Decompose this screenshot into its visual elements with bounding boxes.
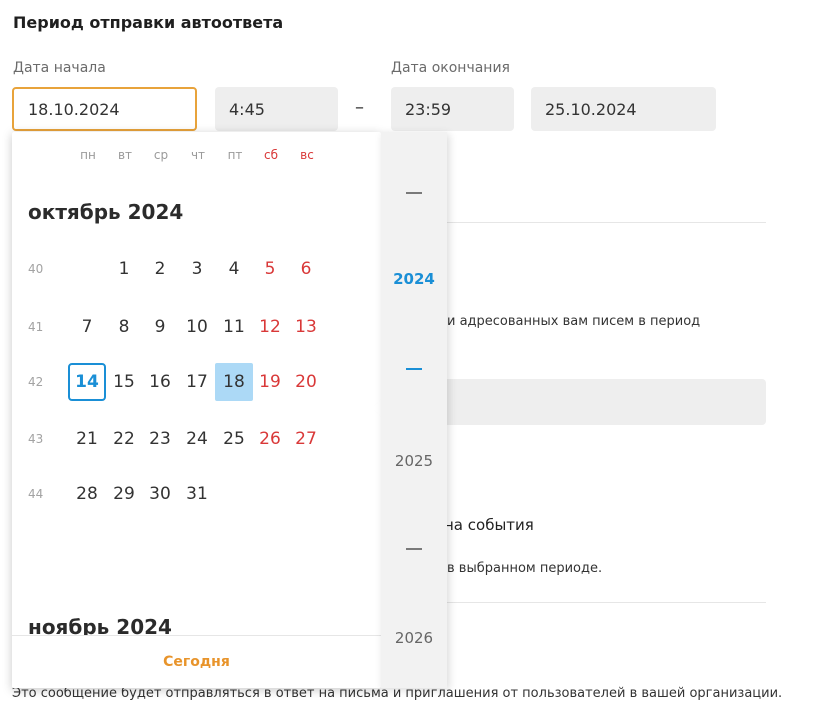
year-scroller[interactable]: 2024 2025 2026 [381,132,447,688]
range-separator: – [355,97,364,118]
end-date-value: 25.10.2024 [545,99,637,119]
day-cell[interactable]: 16 [141,363,179,401]
day-cell[interactable]: 25 [215,420,253,458]
start-date-input[interactable]: 18.10.2024 [12,87,197,131]
background-text-selected-period: в выбранном периоде. [447,561,603,576]
day-cell[interactable]: 4 [215,250,253,288]
start-time-input[interactable]: 4:45 [215,87,338,131]
week-number: 41 [28,320,44,334]
background-text-period: и адресованных вам писем в период [447,314,701,329]
start-date-value: 18.10.2024 [28,99,120,119]
year-item-2025[interactable]: 2025 [381,452,447,470]
day-cell[interactable]: 18 [215,363,253,401]
day-cell[interactable]: 15 [105,363,143,401]
start-date-label: Дата начала [13,60,106,76]
end-time-value: 23:59 [405,99,452,119]
day-cell[interactable]: 14 [68,363,106,401]
week-number: 44 [28,487,44,501]
weekday-tue: вт [117,148,133,162]
year-separator [406,548,422,550]
start-time-value: 4:45 [229,99,265,119]
day-cell[interactable]: 22 [105,420,143,458]
background-input[interactable] [440,379,766,425]
end-time-input[interactable]: 23:59 [391,87,514,131]
day-cell[interactable]: 24 [178,420,216,458]
background-heading-events: на события [444,516,534,534]
day-cell[interactable]: 9 [141,308,179,346]
day-cell[interactable]: 29 [105,475,143,513]
background-footer-text: Это сообщение будет отправляться в ответ… [12,686,783,701]
day-cell[interactable]: 11 [215,308,253,346]
day-cell[interactable]: 2 [141,250,179,288]
day-cell[interactable]: 17 [178,363,216,401]
day-cell[interactable]: 20 [287,363,325,401]
day-cell[interactable]: 31 [178,475,216,513]
divider [440,222,766,223]
day-cell[interactable]: 23 [141,420,179,458]
day-cell[interactable]: 13 [287,308,325,346]
week-number: 43 [28,432,44,446]
weekday-sat: сб [264,148,278,162]
section-title: Период отправки автоответа [13,13,284,32]
today-button[interactable]: Сегодня [163,654,230,670]
day-cell[interactable]: 12 [251,308,289,346]
day-cell[interactable]: 10 [178,308,216,346]
day-cell[interactable]: 7 [68,308,106,346]
weekday-mon: пн [80,148,96,162]
end-date-label: Дата окончания [391,60,510,76]
month-title-october: октябрь 2024 [28,200,184,224]
day-cell[interactable]: 21 [68,420,106,458]
calendar-footer: Сегодня [12,635,381,688]
divider [440,602,766,603]
weekday-thu: чт [190,148,206,162]
end-date-input[interactable]: 25.10.2024 [531,87,716,131]
year-separator [406,192,422,194]
weekday-sun: вс [300,148,314,162]
calendar-popup: пн вт ср чт пт сб вс октябрь 2024 40 1 2 3 4… [12,132,381,688]
day-cell[interactable]: 1 [105,250,143,288]
year-item-2026[interactable]: 2026 [381,629,447,647]
weekday-wed: ср [153,148,169,162]
day-cell[interactable]: 3 [178,250,216,288]
weekday-fri: пт [227,148,243,162]
day-cell[interactable]: 26 [251,420,289,458]
day-cell[interactable]: 6 [287,250,325,288]
day-cell[interactable]: 8 [105,308,143,346]
day-cell[interactable]: 27 [287,420,325,458]
day-cell[interactable]: 30 [141,475,179,513]
week-number: 40 [28,262,44,276]
day-cell[interactable]: 28 [68,475,106,513]
year-item-2024[interactable]: 2024 [381,270,447,288]
year-separator [406,368,422,370]
day-cell[interactable]: 19 [251,363,289,401]
day-cell[interactable]: 5 [251,250,289,288]
week-number: 42 [28,375,44,389]
